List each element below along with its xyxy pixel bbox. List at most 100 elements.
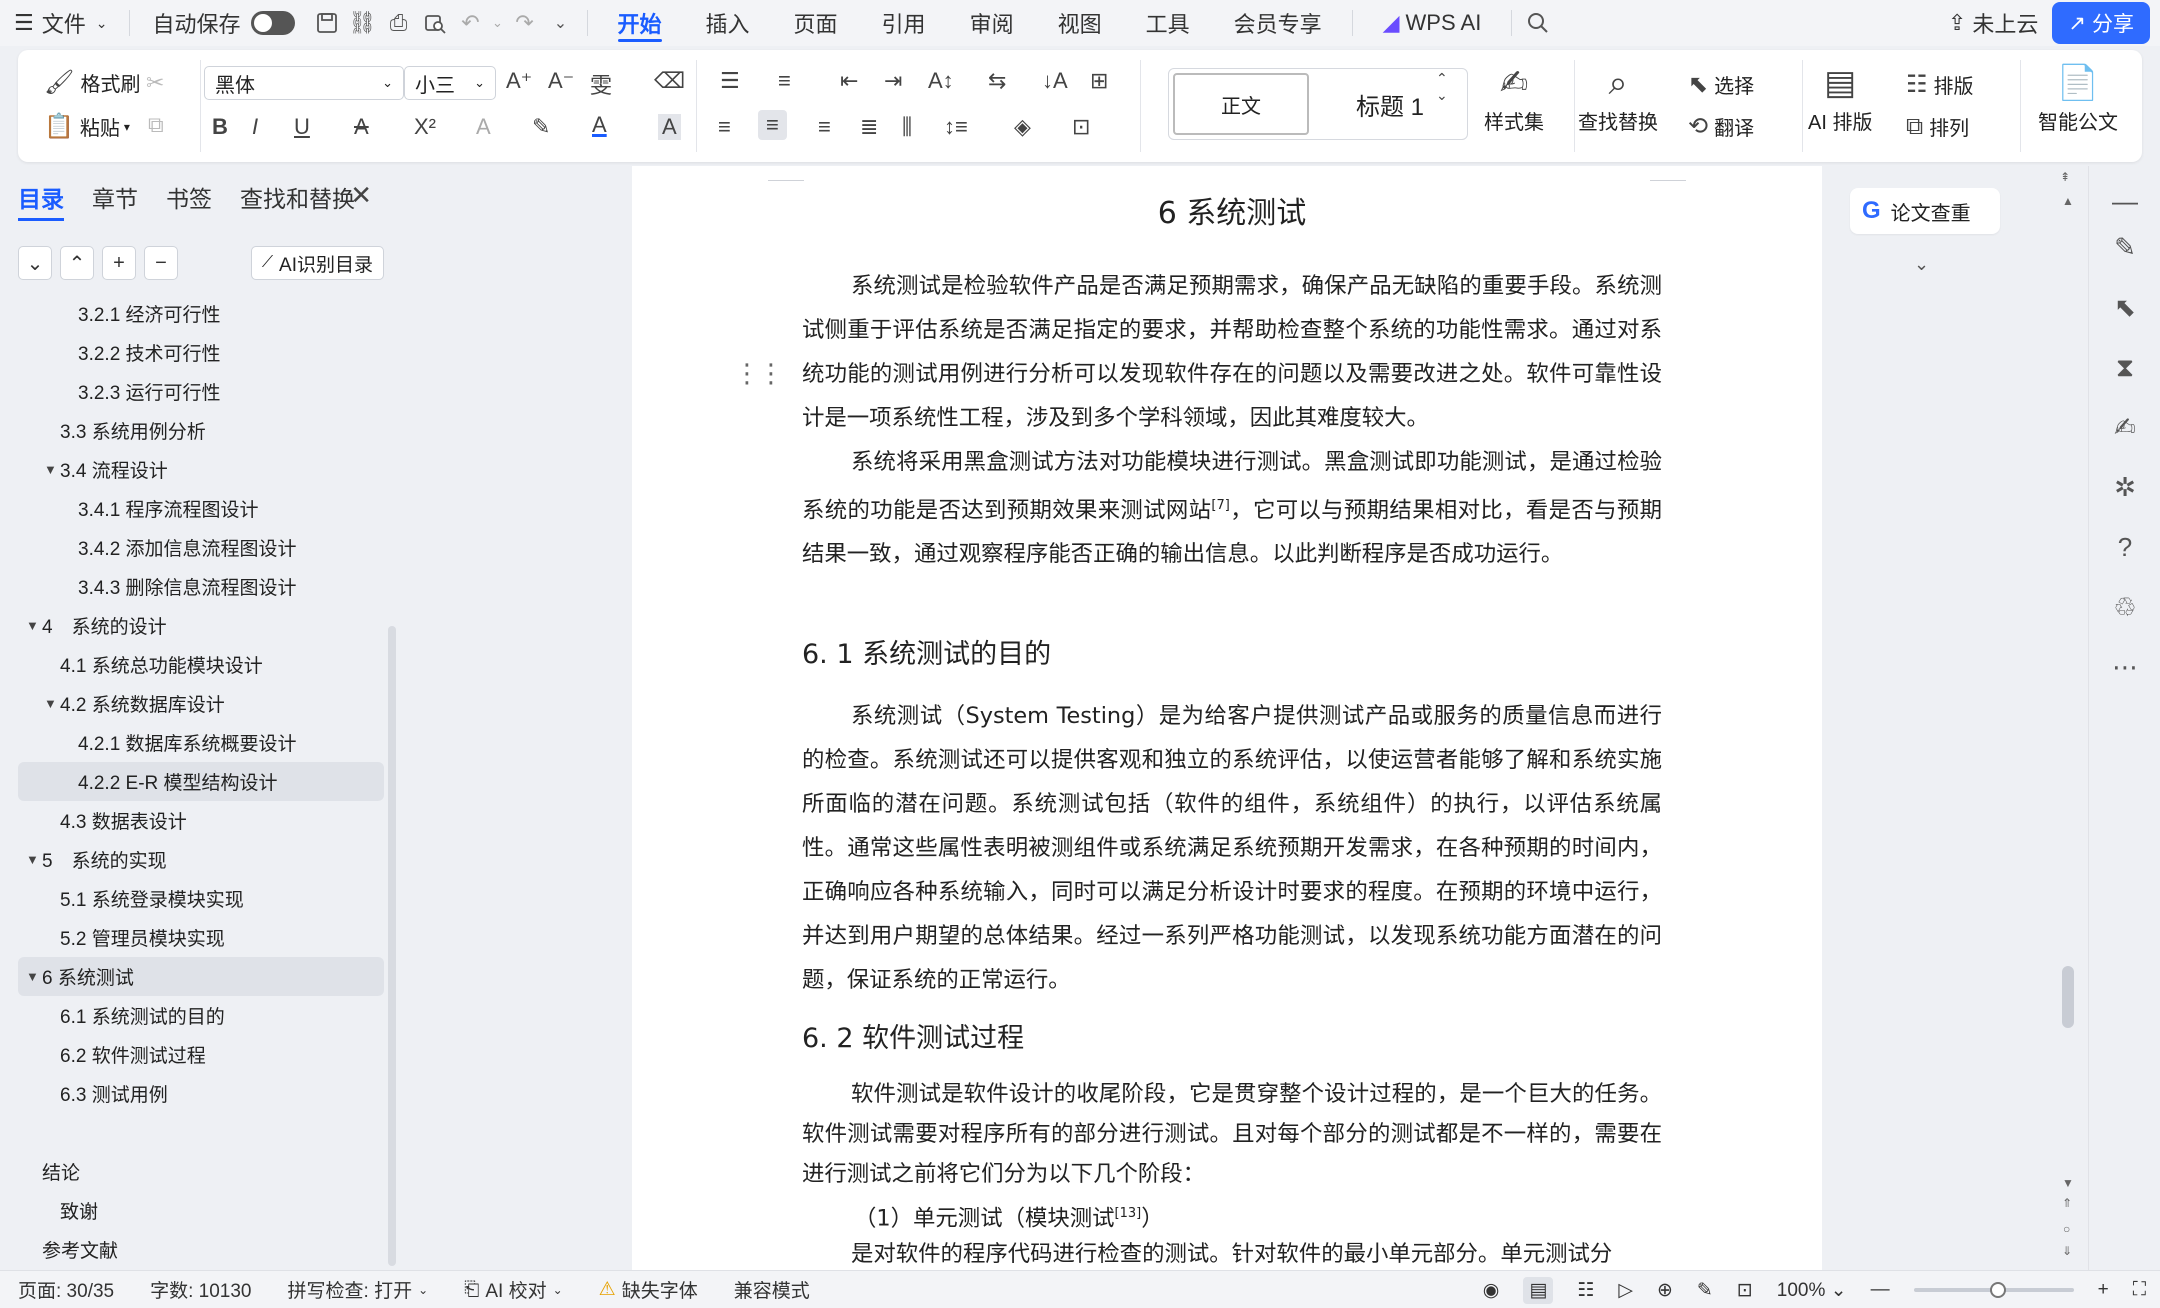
underline-icon[interactable]: U — [294, 114, 310, 140]
zoom-select[interactable]: 100% ⌄ — [1777, 1279, 1847, 1302]
shirt-icon[interactable]: ♲ — [2089, 592, 2160, 623]
word-count[interactable]: 字数: 10130 — [132, 1276, 269, 1303]
toc-item[interactable]: 4.2.2 E-R 模型结构设计 — [18, 762, 384, 801]
toc-item[interactable]: 结论 — [18, 1152, 384, 1191]
convert-icon[interactable]: ⇆ — [988, 68, 1006, 94]
search-icon[interactable] — [1520, 5, 1556, 41]
toc-item[interactable]: 3.4.3 删除信息流程图设计 — [18, 567, 384, 606]
paper-check-button[interactable]: G 论文查重 — [1850, 188, 2000, 234]
bullet-list-icon[interactable]: ☰ — [720, 68, 740, 94]
copy-icon[interactable]: ⧉ — [148, 112, 164, 138]
font-color-icon[interactable]: A — [592, 112, 607, 138]
eye-icon[interactable]: ◉ — [1483, 1279, 1500, 1302]
more-chevron-icon[interactable]: ⌄ — [543, 5, 579, 41]
add-icon[interactable]: + — [102, 246, 136, 280]
grow-font-icon[interactable]: A⁺ — [506, 68, 532, 94]
translate-button[interactable]: ⟲ 翻译 — [1688, 112, 1754, 141]
toc-item[interactable]: 5.1 系统登录模块实现 — [18, 879, 384, 918]
select-button[interactable]: ⬉ 选择 — [1688, 70, 1754, 99]
tab-member[interactable]: 会员专享 — [1212, 0, 1344, 46]
distribute-icon[interactable]: ⫼ — [902, 114, 912, 140]
tab-find-replace[interactable]: 查找和替换 — [240, 180, 355, 221]
zoom-out-icon[interactable]: — — [1871, 1279, 1890, 1301]
toc-item[interactable]: 3.4.2 添加信息流程图设计 — [18, 528, 384, 567]
expand-caret-icon[interactable]: ▼ — [26, 852, 39, 867]
spell-check-status[interactable]: 拼写检查: 打开 ⌄ — [270, 1276, 447, 1303]
bold-icon[interactable]: B — [212, 114, 228, 140]
pen-icon[interactable]: ✎ — [1697, 1279, 1713, 1302]
ai-toc-button[interactable]: ⟋ AI识别目录 — [250, 246, 384, 280]
tab-insert[interactable]: 插入 — [684, 0, 772, 46]
show-marks-icon[interactable]: ⊞ — [1090, 68, 1108, 94]
line-spacing-icon[interactable]: ↕≡ — [944, 114, 968, 140]
char-shading-icon[interactable]: A — [658, 114, 681, 140]
align-right-icon[interactable]: ≡ — [818, 114, 831, 140]
scroll-down-icon[interactable]: ▼ — [2062, 1176, 2074, 1190]
justify-icon[interactable]: ≣ — [860, 114, 878, 140]
web-view-icon[interactable]: ⊕ — [1657, 1279, 1673, 1302]
browse-object-icon[interactable]: ○ — [2063, 1222, 2070, 1236]
style-set-button[interactable]: ✍ 样式集 — [1484, 60, 1544, 135]
tab-page[interactable]: 页面 — [772, 0, 860, 46]
expand-up-icon[interactable]: ⌃ — [60, 246, 94, 280]
border-icon[interactable]: ⊡ — [1072, 114, 1090, 140]
remove-icon[interactable]: − — [144, 246, 178, 280]
sign-icon[interactable]: ✍ — [2089, 412, 2160, 443]
help-icon[interactable]: ? — [2089, 532, 2160, 563]
zoom-knob[interactable] — [1989, 1282, 2006, 1298]
align-left-icon[interactable]: ≡ — [718, 114, 731, 140]
print-icon[interactable]: ⎙ — [381, 5, 417, 41]
tab-sections[interactable]: 章节 — [92, 180, 138, 221]
smart-doc-button[interactable]: 📄 智能公文 — [2038, 60, 2118, 135]
more-icon[interactable]: ⋯ — [2089, 652, 2160, 683]
chevron-down-icon[interactable]: ⌄ — [1914, 254, 1929, 275]
tab-home[interactable]: 开始 — [596, 0, 684, 46]
toc-item[interactable]: 3.4.1 程序流程图设计 — [18, 489, 384, 528]
toc-item[interactable]: 6.2 软件测试过程 — [18, 1035, 384, 1074]
find-replace-button[interactable]: ⌕ 查找替换 — [1578, 60, 1658, 135]
increase-indent-icon[interactable]: ⇥ — [884, 68, 902, 94]
save-icon[interactable] — [309, 5, 345, 41]
page-counter[interactable]: 页面: 30/35 — [0, 1276, 132, 1303]
next-page-icon[interactable]: ⇓ — [2062, 1244, 2072, 1258]
toc-item[interactable]: 3.2.1 经济可行性 — [18, 294, 384, 333]
superscript-icon[interactable]: X² — [414, 114, 436, 140]
toggle-switch[interactable] — [250, 11, 295, 35]
citation[interactable]: [7] — [1211, 498, 1229, 513]
page-view-icon[interactable]: ▤ — [1523, 1276, 1554, 1304]
nav-scrollbar[interactable] — [388, 626, 396, 1266]
toc-item[interactable]: 3.2.2 技术可行性 — [18, 333, 384, 372]
citation[interactable]: [13] — [1115, 1206, 1142, 1221]
ai-layout-button[interactable]: ▤ AI 排版 — [1808, 60, 1872, 135]
minimize-panel-icon[interactable]: — — [2089, 186, 2160, 217]
tab-review[interactable]: 审阅 — [948, 0, 1036, 46]
pen-icon[interactable]: ✎ — [2089, 232, 2160, 263]
toc-item[interactable]: 6.1 系统测试的目的 — [18, 996, 384, 1035]
redo-icon[interactable]: ↷ — [507, 5, 543, 41]
toc-item[interactable]: 3.3 系统用例分析 — [18, 411, 384, 450]
drag-handle-icon[interactable]: ⋮⋮ — [734, 358, 784, 389]
highlight-icon[interactable]: ✎ — [532, 114, 550, 140]
shading-icon[interactable]: ◈ — [1014, 114, 1031, 140]
toc-item[interactable]: 3.2.3 运行可行性 — [18, 372, 384, 411]
shrink-font-icon[interactable]: A⁻ — [548, 68, 574, 94]
print-preview-icon[interactable] — [417, 5, 453, 41]
style-normal[interactable]: 正文 — [1173, 73, 1309, 135]
font-name-select[interactable]: 黑体 ⌄ — [204, 66, 404, 100]
toc-item[interactable]: 6.3 测试用例 — [18, 1074, 384, 1113]
text-effect-icon[interactable]: A — [476, 114, 491, 140]
share-link-icon[interactable]: ⛓ — [345, 5, 381, 41]
toc-item[interactable]: ▼ 4.2 系统数据库设计 — [18, 684, 384, 723]
font-size-select[interactable]: 小三 ⌄ — [404, 66, 496, 100]
adjust-icon[interactable]: ⧗ — [2089, 352, 2160, 384]
zoom-slider[interactable] — [1913, 1282, 2074, 1298]
text-direction-icon[interactable]: A↕ — [928, 68, 954, 94]
strikethrough-icon[interactable]: A — [354, 114, 369, 140]
expand-caret-icon[interactable]: ▼ — [26, 969, 39, 984]
zoom-in-icon[interactable]: + — [2098, 1279, 2109, 1301]
toc-item[interactable]: ▼ 5 系统的实现 — [18, 840, 384, 879]
expand-caret-icon[interactable]: ▼ — [44, 696, 57, 711]
outline-view-icon[interactable]: ☷ — [1577, 1279, 1594, 1302]
scroll-top-icon[interactable]: ⇞ — [2060, 170, 2070, 184]
toc-item[interactable]: 4.2.1 数据库系统概要设计 — [18, 723, 384, 762]
